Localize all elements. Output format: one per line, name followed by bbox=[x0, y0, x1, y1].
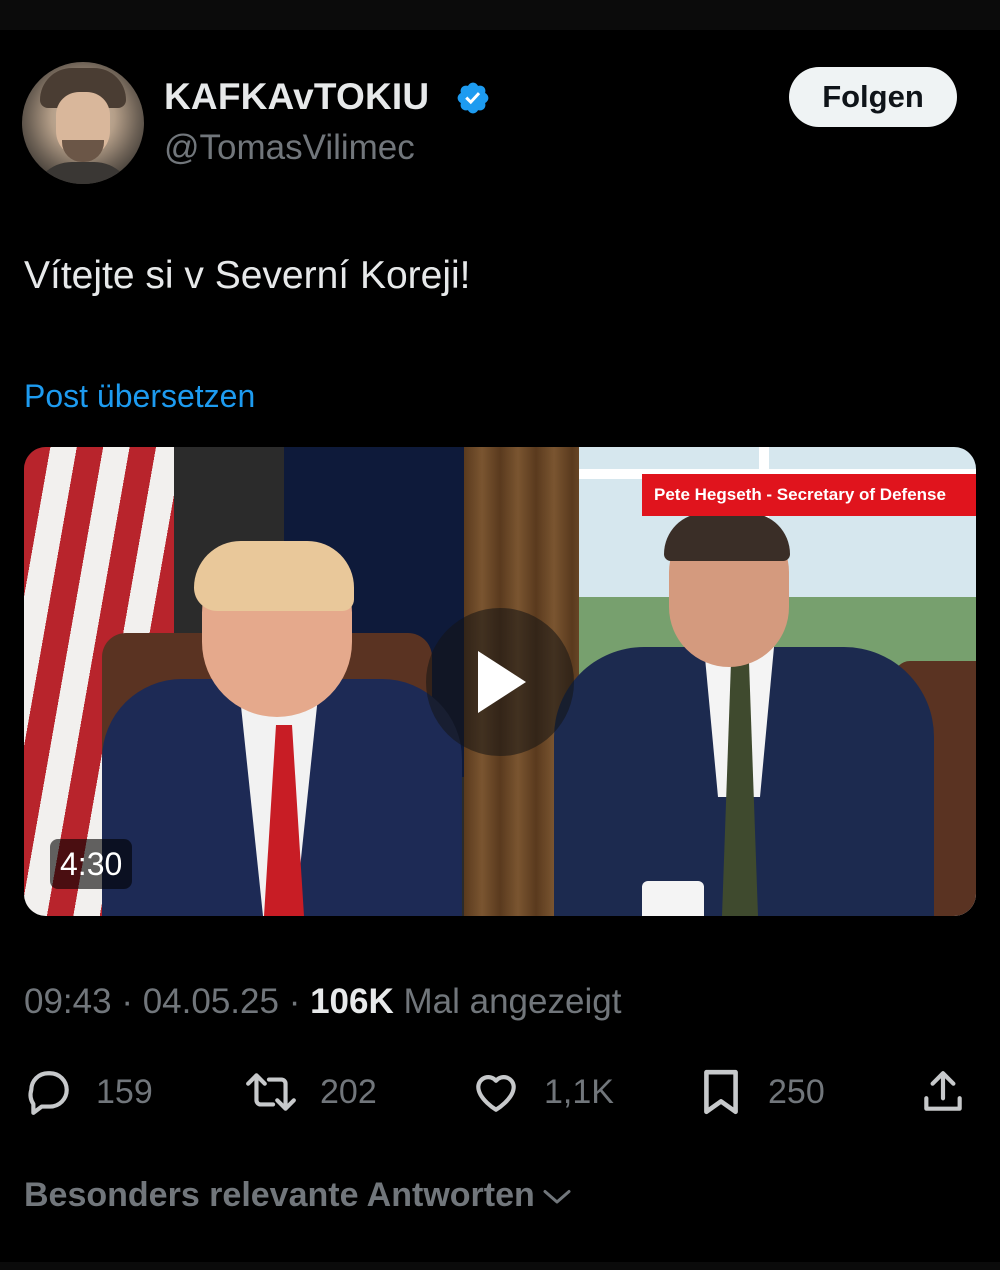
avatar[interactable] bbox=[22, 62, 144, 184]
top-bar bbox=[0, 0, 1000, 30]
play-icon bbox=[478, 651, 526, 713]
author-display-name[interactable]: KAFKAvTOKIU bbox=[164, 76, 429, 118]
play-button[interactable] bbox=[426, 608, 574, 756]
tweet-date[interactable]: 04.05.25 bbox=[143, 982, 279, 1021]
views-label: Mal angezeigt bbox=[403, 982, 622, 1021]
repost-icon bbox=[246, 1073, 296, 1111]
tweet-meta: 09:43 · 04.05.25 · 106K Mal angezeigt bbox=[24, 982, 621, 1022]
author-handle[interactable]: @TomasVilimec bbox=[164, 128, 415, 168]
like-button[interactable]: 1,1K bbox=[470, 1060, 614, 1124]
share-icon bbox=[924, 1071, 962, 1111]
meta-separator: · bbox=[121, 982, 133, 1021]
follow-button[interactable]: Folgen bbox=[789, 67, 957, 127]
bookmark-count: 250 bbox=[768, 1072, 825, 1111]
video-cup bbox=[642, 881, 704, 916]
repost-count: 202 bbox=[320, 1072, 377, 1111]
meta-separator: · bbox=[288, 982, 301, 1021]
views-count: 106K bbox=[310, 982, 394, 1021]
share-button[interactable] bbox=[918, 1060, 968, 1124]
like-count: 1,1K bbox=[544, 1072, 614, 1111]
avatar-beard bbox=[62, 140, 104, 162]
translate-post-link[interactable]: Post übersetzen bbox=[24, 378, 255, 415]
avatar-shirt bbox=[32, 162, 134, 184]
reply-icon bbox=[28, 1071, 69, 1115]
replies-sort-label: Besonders relevante Antworten bbox=[24, 1176, 535, 1214]
reply-count: 159 bbox=[96, 1072, 153, 1111]
bottom-divider bbox=[0, 1262, 1000, 1270]
repost-button[interactable]: 202 bbox=[244, 1060, 377, 1124]
chevron-down-icon bbox=[543, 1189, 571, 1203]
verified-badge-icon bbox=[457, 82, 489, 114]
video-caption: Pete Hegseth - Secretary of Defense bbox=[642, 474, 976, 516]
tweet-time: 09:43 bbox=[24, 982, 112, 1021]
bookmark-icon bbox=[704, 1069, 738, 1115]
reply-button[interactable]: 159 bbox=[24, 1060, 153, 1124]
bookmark-button[interactable]: 250 bbox=[696, 1060, 825, 1124]
like-icon bbox=[476, 1075, 516, 1112]
replies-sort-dropdown[interactable]: Besonders relevante Antworten bbox=[24, 1176, 575, 1215]
action-bar: 159 202 1,1K 250 bbox=[0, 1060, 1000, 1124]
video-duration: 4:30 bbox=[50, 839, 133, 889]
tweet-text: Vítejte si v Severní Koreji! bbox=[24, 254, 471, 297]
video-player[interactable]: Pete Hegseth - Secretary of Defense 4:30 bbox=[24, 447, 976, 916]
